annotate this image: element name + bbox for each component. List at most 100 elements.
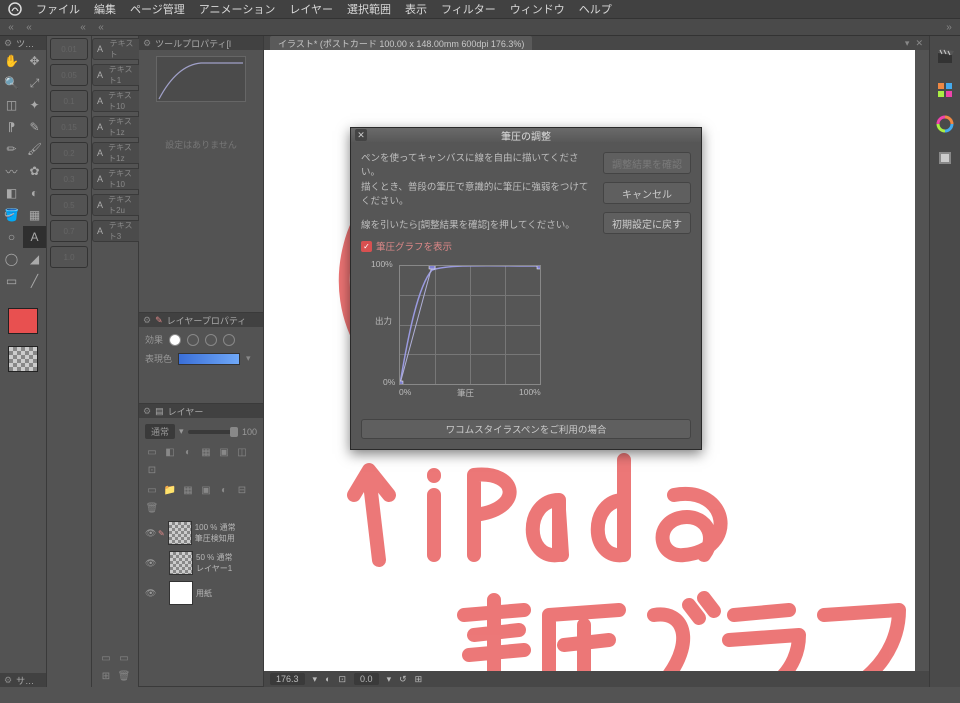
subtool-item[interactable]: Aテキスト1z [92, 142, 142, 164]
size-swatch[interactable]: 0.5 [50, 194, 88, 216]
menu-selection[interactable]: 選択範囲 [347, 1, 391, 17]
chevron-left-icon[interactable]: « [94, 20, 108, 34]
menu-animation[interactable]: アニメーション [199, 1, 276, 17]
layer-row[interactable]: 👁 ✎ 100 % 通常筆圧検知用 [143, 519, 259, 547]
layer-tool-icon[interactable]: ▣ [217, 445, 231, 459]
close-icon[interactable]: ✕ [355, 129, 367, 141]
layer-tool-icon[interactable]: ◐ [217, 483, 231, 497]
tool-icon[interactable]: ▭ [117, 651, 131, 665]
new-folder-icon[interactable]: 📁 [163, 483, 177, 497]
mini-curve-graph[interactable] [156, 56, 246, 102]
wacom-button[interactable]: ワコムスタイラスペンをご利用の場合 [361, 419, 691, 439]
tool-balloon[interactable]: ◯ [0, 248, 23, 270]
menu-layer[interactable]: レイヤー [289, 1, 333, 17]
radio-on[interactable] [169, 334, 181, 346]
foreground-color[interactable] [8, 308, 38, 334]
chevron-left-icon[interactable]: « [76, 20, 90, 34]
menu-view[interactable]: 表示 [405, 1, 427, 17]
dropdown-icon[interactable]: ▾ [313, 674, 318, 685]
tool-marquee[interactable]: ◫ [0, 94, 23, 116]
eye-icon[interactable]: 👁 [145, 558, 155, 569]
eye-icon[interactable]: 👁 [145, 528, 155, 539]
gear-icon[interactable]: ⚙ [143, 38, 151, 49]
size-swatch[interactable]: 0.1 [50, 90, 88, 112]
size-swatch[interactable]: 1.0 [50, 246, 88, 268]
cancel-button[interactable]: キャンセル [603, 182, 691, 204]
status-icon[interactable]: ◐ [325, 674, 330, 684]
layer-tool-icon[interactable]: ▦ [181, 483, 195, 497]
size-swatch[interactable]: 0.3 [50, 168, 88, 190]
tool-deco[interactable]: ✿ [23, 160, 46, 182]
dropdown-icon[interactable]: ▾ [246, 353, 251, 364]
subtool-item[interactable]: Aテキスト1 [92, 64, 142, 86]
tool-brush[interactable]: 🖌 [23, 138, 46, 160]
layer-row[interactable]: 👁 用紙 [143, 579, 259, 607]
tool-hand[interactable]: ✋ [0, 50, 23, 72]
dropdown-icon[interactable]: ▾ [387, 674, 392, 685]
tool-shape[interactable]: ○ [0, 226, 23, 248]
clapper-icon[interactable] [935, 46, 955, 66]
subtool-item[interactable]: Aテキスト [92, 38, 142, 60]
gear-icon[interactable]: ⚙ [4, 675, 12, 686]
menu-page[interactable]: ページ管理 [130, 1, 185, 17]
size-swatch[interactable]: 0.01 [50, 38, 88, 60]
layer-tool-icon[interactable]: ⊡ [145, 463, 159, 477]
subtool-item[interactable]: Aテキスト10 [92, 90, 142, 112]
color-set-icon[interactable] [935, 80, 955, 100]
subtool-item[interactable]: Aテキスト2u [92, 194, 142, 216]
chevron-right-icon[interactable]: » [942, 20, 956, 34]
status-icon[interactable]: ⊡ [339, 674, 347, 685]
tool-ruler[interactable]: ◢ [23, 248, 46, 270]
tool-frame[interactable]: ▭ [0, 270, 23, 292]
new-layer-icon[interactable]: ▭ [145, 483, 159, 497]
eye-icon[interactable]: 👁 [145, 588, 155, 599]
tool-eraser[interactable]: ◧ [0, 182, 23, 204]
tool-fill[interactable]: 🪣 [0, 204, 23, 226]
dropdown-icon[interactable]: ▾ [905, 38, 910, 49]
layer-tool-icon[interactable]: ◧ [163, 445, 177, 459]
menu-help[interactable]: ヘルプ [579, 1, 612, 17]
radio-off[interactable] [187, 334, 199, 346]
canvas[interactable]: ✕ 筆圧の調整 ペンを使ってキャンバスに線を自由に描いてください。 描くとき、普… [264, 50, 915, 671]
color-wheel-icon[interactable] [935, 114, 955, 134]
layer-tool-icon[interactable]: ▭ [145, 445, 159, 459]
layer-tool-icon[interactable]: ▣ [199, 483, 213, 497]
angle-value[interactable]: 0.0 [354, 673, 379, 685]
layer-tool-icon[interactable]: ◐ [181, 445, 195, 459]
menu-file[interactable]: ファイル [36, 1, 80, 17]
tool-zoom[interactable]: 🔍 [0, 72, 23, 94]
background-color[interactable] [8, 346, 38, 372]
tool-line[interactable]: ╱ [23, 270, 46, 292]
blend-mode[interactable]: 通常 [145, 424, 175, 439]
subtool-item[interactable]: Aテキスト1z [92, 116, 142, 138]
pressure-graph[interactable]: 100% 出力 0% 0% 筆圧 100% [375, 259, 555, 399]
size-swatch[interactable]: 0.7 [50, 220, 88, 242]
chevron-left-icon[interactable]: « [4, 20, 18, 34]
trash-icon[interactable]: 🗑 [145, 501, 159, 515]
zoom-value[interactable]: 176.3 [270, 673, 305, 685]
tool-icon[interactable]: ▭ [99, 651, 113, 665]
tool-pencil[interactable]: ✏ [0, 138, 23, 160]
tool-airbrush[interactable]: 〰 [0, 160, 23, 182]
chevron-left-icon[interactable]: « [22, 20, 36, 34]
dialog-titlebar[interactable]: ✕ 筆圧の調整 [351, 128, 701, 142]
document-tab[interactable]: イラスト* (ポストカード 100.00 x 148.00mm 600dpi 1… [270, 36, 532, 51]
reset-button[interactable]: 初期設定に戻す [603, 212, 691, 234]
size-swatch[interactable]: 0.05 [50, 64, 88, 86]
material-icon[interactable] [935, 148, 955, 168]
menu-window[interactable]: ウィンドウ [510, 1, 565, 17]
gear-icon[interactable]: ⚙ [143, 315, 151, 326]
tool-gradient[interactable]: ▦ [23, 204, 46, 226]
opacity-slider[interactable] [188, 430, 238, 434]
menu-filter[interactable]: フィルター [441, 1, 496, 17]
layer-tool-icon[interactable]: ▦ [199, 445, 213, 459]
trash-icon[interactable]: 🗑 [117, 669, 131, 683]
gear-icon[interactable]: ⚙ [143, 406, 151, 417]
menu-edit[interactable]: 編集 [94, 1, 116, 17]
size-swatch[interactable]: 0.15 [50, 116, 88, 138]
color-mode-bar[interactable] [178, 353, 240, 365]
status-icon[interactable]: ⊞ [415, 674, 423, 685]
tool-blend[interactable]: ◐ [23, 182, 46, 204]
layer-tool-icon[interactable]: ◫ [235, 445, 249, 459]
confirm-button[interactable]: 調整結果を確認 [603, 152, 691, 174]
